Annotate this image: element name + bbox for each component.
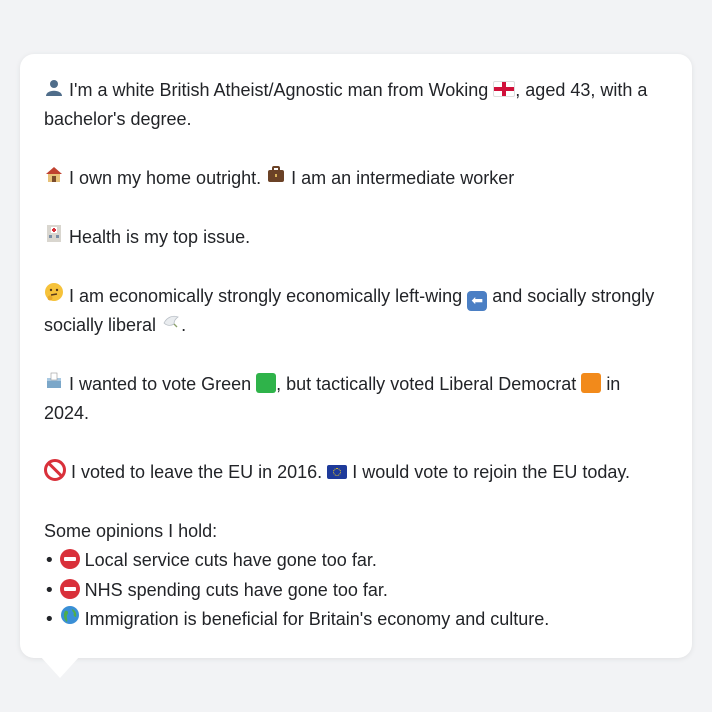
dove-icon <box>161 311 181 340</box>
vote-text-2: , but tactically voted Liberal Democrat <box>276 374 577 394</box>
opinion-text: NHS spending cuts have gone too far. <box>84 579 388 600</box>
vote-text-1: I wanted to vote Green <box>69 374 252 394</box>
persona-message-bubble: I'm a white British Atheist/Agnostic man… <box>20 54 692 658</box>
opinion-list-item: • Local service cuts have gone too far. <box>44 546 668 575</box>
opinion-text: Local service cuts have gone too far. <box>84 550 377 571</box>
identity-line: I'm a white British Atheist/Agnostic man… <box>44 76 668 135</box>
bullet-icon: • <box>44 609 55 631</box>
brexit-text-2: I would vote to rejoin the EU today. <box>352 462 631 483</box>
identity-text: I'm a white British Atheist/Agnostic man… <box>69 80 489 100</box>
briefcase-icon <box>266 164 286 193</box>
opinion-text: Immigration is beneficial for Britain's … <box>84 609 550 630</box>
england-flag-icon <box>493 81 516 97</box>
issue-text: Health is my top issue. <box>69 227 251 247</box>
thinking-face-icon <box>44 282 64 311</box>
globe-icon <box>60 605 80 634</box>
hospital-icon <box>44 223 64 252</box>
eu-flag-icon <box>327 465 348 480</box>
home-work-line: I own my home outright. I am an intermed… <box>44 164 668 193</box>
brexit-text-1: I voted to leave the EU in 2016. <box>71 462 323 483</box>
bullet-icon: • <box>44 550 55 572</box>
left-arrow-icon: ⬅ <box>467 290 488 311</box>
ideology-line: I am economically strongly economically … <box>44 282 668 341</box>
house-icon <box>44 164 64 193</box>
opinion-list-item: • NHS spending cuts have gone too far. <box>44 576 668 605</box>
work-text: I am an intermediate worker <box>291 168 515 189</box>
stop-sign-icon <box>59 578 80 599</box>
prohibited-icon <box>44 459 66 482</box>
ballot-box-icon <box>44 370 64 399</box>
person-silhouette-icon <box>44 76 64 105</box>
issue-line: Health is my top issue. <box>44 223 668 252</box>
bullet-icon: • <box>44 579 55 601</box>
orange-square-icon <box>581 373 602 393</box>
bubble-tail <box>40 656 80 678</box>
stop-sign-icon <box>59 549 80 570</box>
brexit-line: I voted to leave the EU in 2016. I would… <box>44 458 668 487</box>
ideology-text-3: . <box>181 315 187 336</box>
ideology-text-1: I am economically strongly economically … <box>69 285 463 306</box>
opinion-list-item: • Immigration is beneficial for Britain'… <box>44 605 668 634</box>
vote-line: I wanted to vote Green , but tactically … <box>44 370 668 429</box>
opinions-heading: Some opinions I hold: <box>44 521 218 541</box>
home-text: I own my home outright. <box>69 168 262 189</box>
green-square-icon <box>256 373 277 393</box>
